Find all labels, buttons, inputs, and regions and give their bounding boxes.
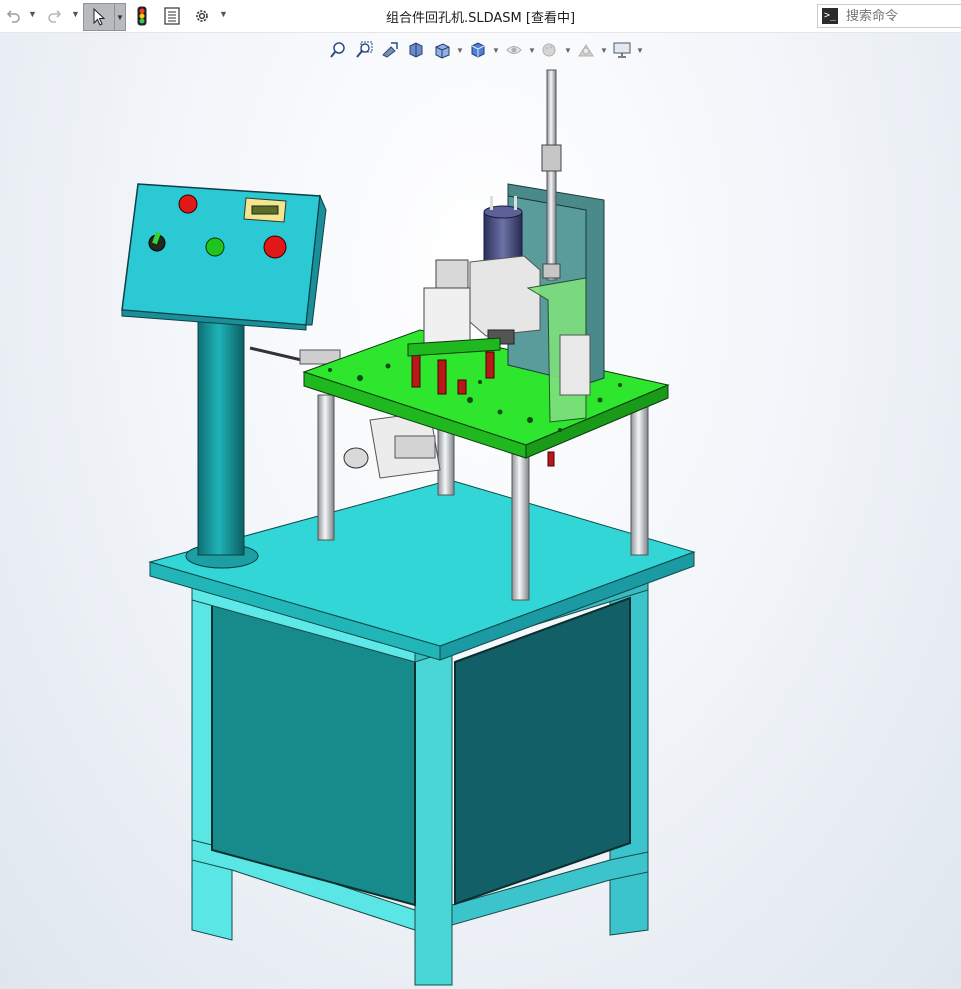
control-box	[121, 183, 327, 331]
graphics-area[interactable]: ▼ ▼ ▼ ▼ ▼ ▼	[0, 33, 961, 989]
control-pillar	[185, 304, 259, 569]
assembly-model[interactable]	[0, 33, 961, 989]
search-input[interactable]	[844, 7, 958, 25]
drill-head	[423, 259, 471, 349]
title-bar: ▼ ▼ ▼ ▼ 组合件回孔机.SLDASM [查看中] >_	[0, 0, 961, 33]
search-commands[interactable]: >_	[817, 4, 961, 28]
command-prompt-icon: >_	[822, 8, 838, 24]
